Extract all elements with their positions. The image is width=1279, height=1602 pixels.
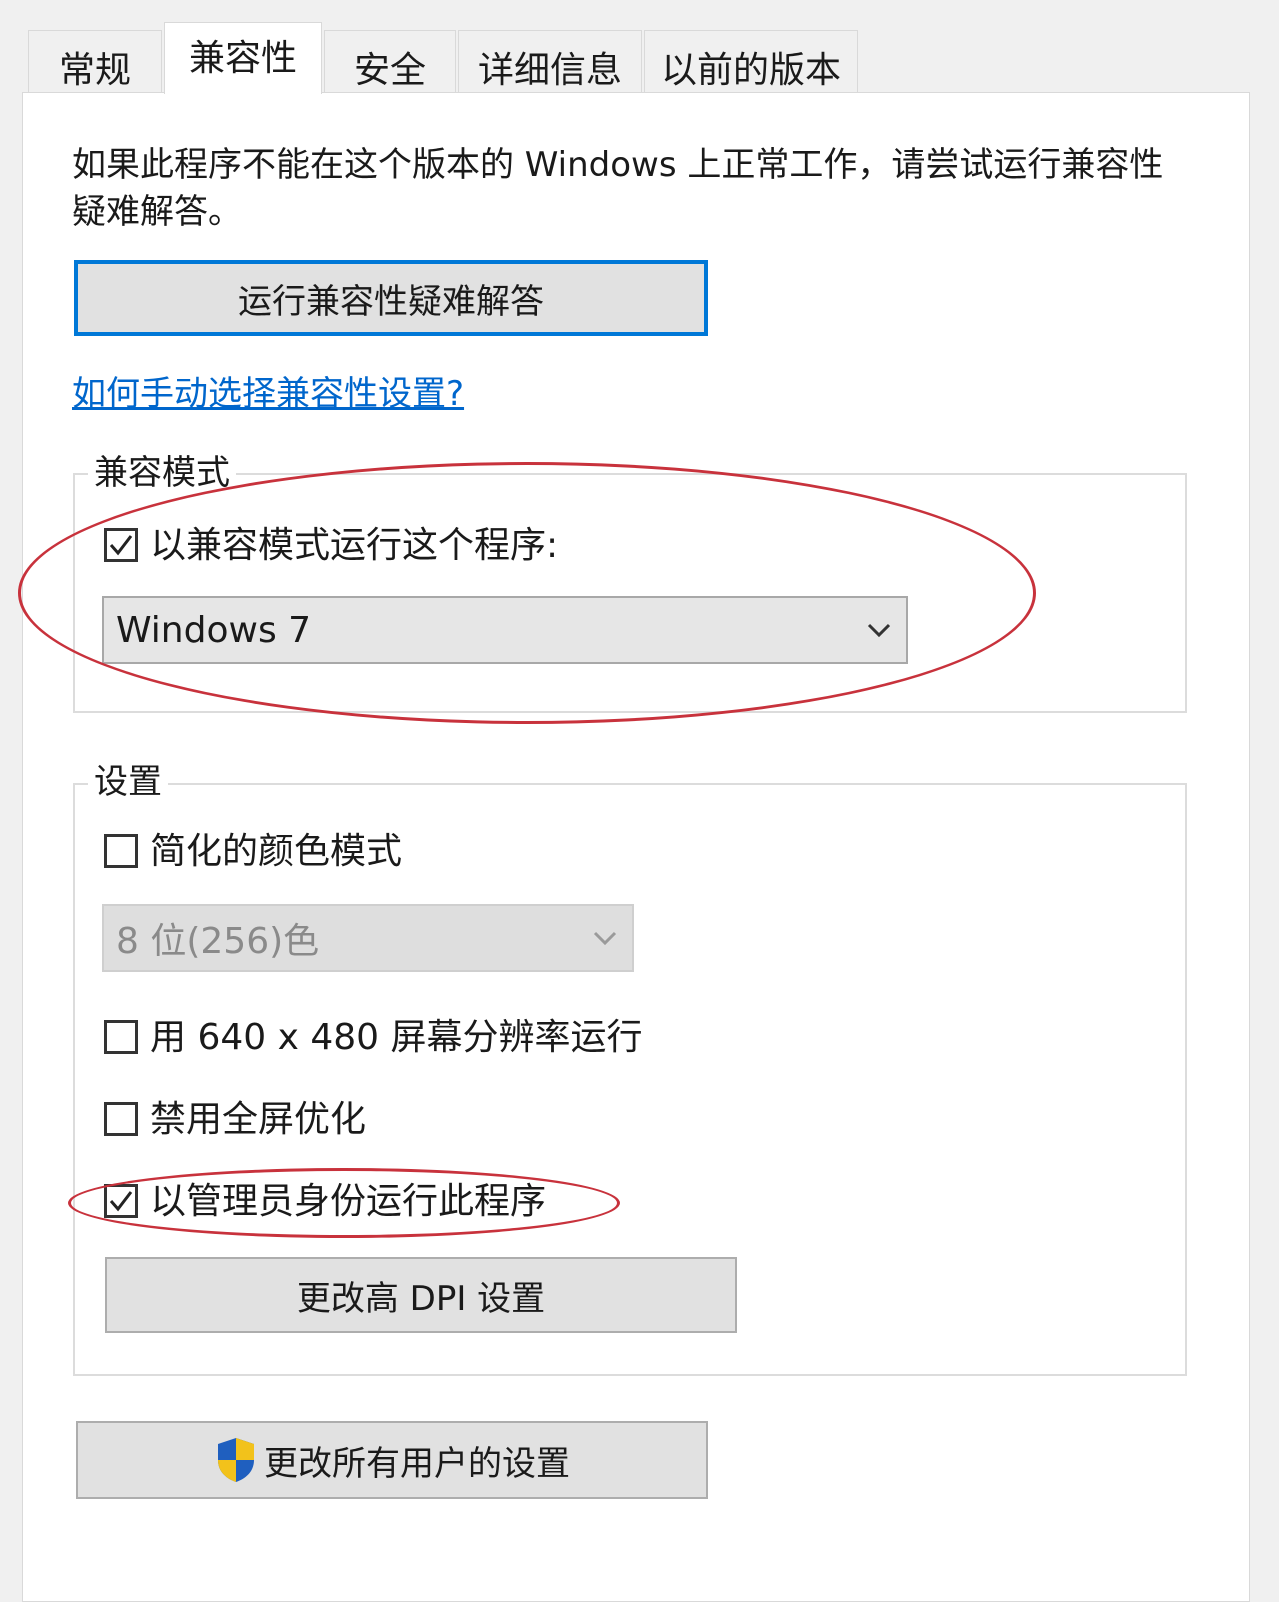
- os-version-value: Windows 7: [116, 609, 312, 651]
- compat-mode-group: [73, 473, 1187, 713]
- tab-previous-versions[interactable]: 以前的版本: [644, 30, 858, 92]
- compat-mode-label: 以兼容模式运行这个程序:: [150, 525, 559, 566]
- color-depth-value: 8 位(256)色: [116, 921, 320, 962]
- os-version-select[interactable]: Windows 7: [102, 596, 908, 664]
- checkmark-icon: [109, 1191, 133, 1212]
- run-troubleshooter-label: 运行兼容性疑难解答: [238, 281, 544, 322]
- settings-title: 设置: [88, 765, 168, 799]
- change-all-users-label: 更改所有用户的设置: [264, 1443, 570, 1484]
- tab-compatibility[interactable]: 兼容性: [164, 22, 322, 94]
- chevron-down-icon: [593, 931, 617, 946]
- disable-fullscreen-opt-label: 禁用全屏优化: [150, 1099, 367, 1140]
- change-dpi-button[interactable]: 更改高 DPI 设置: [105, 1257, 737, 1333]
- run-troubleshooter-button[interactable]: 运行兼容性疑难解答: [74, 260, 708, 336]
- uac-shield-icon: [218, 1438, 254, 1482]
- tab-security-label: 安全: [353, 50, 426, 91]
- reduced-color-label: 简化的颜色模式: [150, 831, 403, 872]
- manual-settings-link[interactable]: 如何手动选择兼容性设置?: [72, 366, 464, 415]
- description-text: 如果此程序不能在这个版本的 Windows 上正常工作，请尝试运行兼容性疑难解答…: [72, 145, 1164, 232]
- tab-security[interactable]: 安全: [324, 30, 456, 92]
- chevron-down-icon: [867, 623, 891, 638]
- tab-compatibility-label: 兼容性: [188, 38, 297, 79]
- tab-details-label: 详细信息: [477, 50, 622, 91]
- compat-mode-title: 兼容模式: [88, 456, 236, 490]
- tab-previous-versions-label: 以前的版本: [660, 50, 841, 91]
- disable-fullscreen-opt-checkbox[interactable]: [104, 1102, 138, 1136]
- tab-details[interactable]: 详细信息: [458, 30, 642, 92]
- tab-general-label: 常规: [58, 50, 131, 91]
- reduced-color-checkbox[interactable]: [104, 834, 138, 868]
- res-640-checkbox[interactable]: [104, 1020, 138, 1054]
- res-640-label: 用 640 x 480 屏幕分辨率运行: [150, 1017, 643, 1058]
- checkmark-icon: [109, 535, 133, 556]
- tab-general[interactable]: 常规: [28, 30, 162, 92]
- color-depth-select[interactable]: 8 位(256)色: [102, 904, 634, 972]
- run-as-admin-checkbox[interactable]: [104, 1184, 138, 1218]
- compat-mode-checkbox[interactable]: [104, 528, 138, 562]
- change-all-users-button[interactable]: 更改所有用户的设置: [76, 1421, 708, 1499]
- run-as-admin-label: 以管理员身份运行此程序: [150, 1181, 547, 1222]
- change-dpi-label: 更改高 DPI 设置: [296, 1278, 546, 1319]
